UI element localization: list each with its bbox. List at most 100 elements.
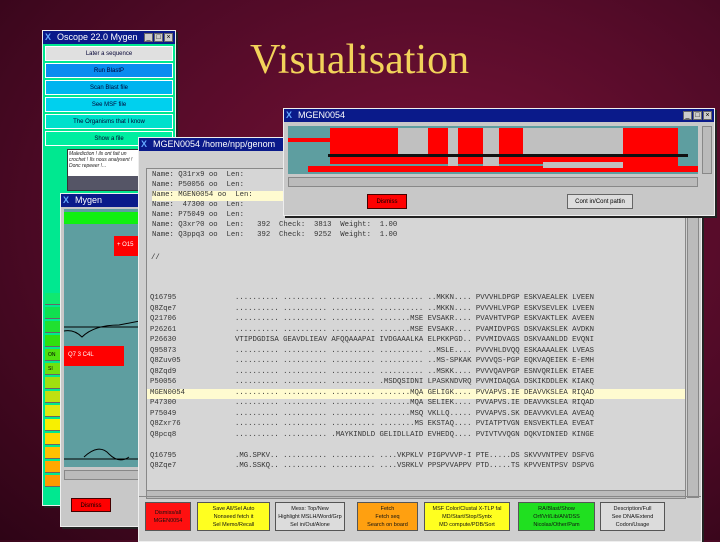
button-label-line: Search on board	[367, 522, 408, 528]
sequence-id: P50056	[150, 378, 177, 386]
sequence-residues: .......... .......... .......... .......…	[235, 294, 595, 302]
sequence-residues: .......... .......... .......... .......…	[235, 325, 595, 334]
cont-pattern-button[interactable]: Cont in/Cont pattin	[567, 194, 633, 209]
sequence-id: P26630	[150, 336, 177, 344]
overview-scrollbar[interactable]	[288, 177, 698, 187]
alignment-row[interactable]: MGEN0054 .......... .......... ..........…	[147, 388, 685, 399]
run-blastp-button[interactable]: Run BlastP	[45, 63, 173, 78]
sequence-residues: .......... .......... .......... .MSDQSI…	[235, 378, 595, 386]
alignment-row[interactable]: Q21706 .......... .......... .......... .…	[147, 315, 685, 326]
alignment-row[interactable]: P26630 VTIPDGDISA GEAVDLIEAV AFQQAAAPAI I…	[147, 336, 685, 347]
mygen-window: X Mygen + O15 Q7 3 C4L Dismiss	[60, 193, 150, 527]
description-button[interactable]: Description/Full See DNA/Extend Codon/Usag…	[600, 502, 665, 531]
sequence-residues: .......... .......... .......... .......…	[235, 346, 595, 355]
button-label-line: MGEN0054	[153, 518, 183, 524]
name-row[interactable]: Name: Q3ppq3 oo Len: 392 Check: 9252 Wei…	[152, 231, 397, 241]
sequence-residues: VTIPDGDISA GEAVDLIEAV AFQQAAAPAI IVDGAAA…	[235, 336, 595, 344]
maximize-icon[interactable]: □	[693, 111, 702, 120]
mess-top-button[interactable]: Mess: Top/New Highlight MSLH/Word/Grp Sel …	[275, 502, 345, 531]
button-bar	[139, 496, 701, 497]
button-label-line: See DNA/Extend	[611, 514, 654, 520]
sequence-id: Q8Zxr76	[150, 420, 181, 428]
sequence-id: P75049	[150, 409, 177, 418]
sequence-residues: .MG.SPKV.. .......... .......... ....VKP…	[235, 451, 595, 460]
sequence-id: MGEN0054	[150, 388, 186, 397]
name-row[interactable]: Name: Q3xr?0 oo Len: 392 Check: 3813 Wei…	[152, 221, 397, 231]
horizontal-scrollbar[interactable]	[146, 490, 686, 499]
button-label-line: Mess: Top/New	[291, 506, 329, 512]
sequence-id: Q95873	[150, 346, 177, 355]
sequence-id: P26261	[150, 325, 177, 334]
button-label-line: MSF Color/Clustal X-TLP fal	[432, 506, 502, 512]
sequence-residues: .......... .......... .......... .......…	[235, 315, 595, 323]
button-label-line: MD/Start/Stop/Syntx	[442, 514, 492, 520]
sequence-residues: .......... .......... .......... .......…	[235, 367, 595, 376]
alignment-row[interactable]: P26261 .......... .......... .......... .…	[147, 325, 685, 337]
oscope-title: Oscope 22.0 Mygen	[57, 32, 138, 42]
slide-title: Visualisation	[250, 37, 470, 83]
sequence-residues: .MG.SSKQ.. .......... .......... ....VSR…	[235, 462, 595, 470]
close-icon[interactable]: ×	[703, 111, 712, 120]
alignment-row[interactable]: P47300 .......... .......... .......... .…	[147, 399, 685, 410]
see-msf-button[interactable]: See MSF file	[45, 97, 173, 112]
alignment-row[interactable]: Q8Zqd9 .......... .......... .......... .…	[147, 367, 685, 379]
dismiss-all-button[interactable]: Dismiss/all MGEN0054	[145, 502, 191, 531]
organisms-button[interactable]: The Organisms that I know	[45, 114, 173, 129]
later-sequence-button[interactable]: Later a sequence	[45, 46, 173, 61]
mygen-title-bar[interactable]: X Mygen	[61, 194, 149, 207]
sequence-residues: .......... .......... .......... .......…	[235, 388, 595, 397]
sequence-id: P47300	[150, 399, 177, 407]
alignment-row[interactable]: P50056 .......... .......... .......... .…	[147, 378, 685, 389]
overview-title: MGEN0054	[298, 110, 346, 120]
overview-vscrollbar[interactable]	[702, 126, 712, 174]
x-logo-icon: X	[45, 32, 52, 42]
alignment-row[interactable]: Q16795 .MG.SPKV.. .......... .......... .…	[147, 451, 685, 463]
sequence-id: Q8Zqe7	[150, 304, 177, 313]
alignment-row[interactable]: Q16795 .......... .......... .......... .…	[147, 294, 685, 305]
sequence-residues: .......... .......... .......... .......…	[235, 409, 595, 418]
button-label-line: Sel Memo/Recall	[212, 522, 255, 528]
blast-show-button[interactable]: RA/Blast/Show Orf/Vrl/Lib/AN/DSS Nicolas/O…	[518, 502, 595, 531]
button-label-line: Codon/Usage	[615, 522, 650, 528]
x-logo-icon: X	[141, 139, 148, 149]
msf-color-button[interactable]: MSF Color/Clustal X-TLP fal MD/Start/Stop…	[424, 502, 510, 531]
button-label-line: Dismiss/all	[154, 510, 182, 516]
vertical-scrollbar[interactable]	[687, 168, 699, 498]
mygen-label-2: Q7 3 C4L	[64, 346, 124, 366]
alignment-row[interactable]: Q95873 .......... .......... .......... .…	[147, 346, 685, 358]
save-all-button[interactable]: Save All/Sel Auto Nonseed fetch it Sel Mem…	[197, 502, 270, 531]
minimize-icon[interactable]: _	[683, 111, 692, 120]
overview-window: X MGEN0054 _ □ × Dismiss Cont in/Cont patti…	[283, 108, 715, 216]
alignment-row[interactable]: Q8Zqe7 .MG.SSKQ.. .......... .......... .…	[147, 462, 685, 473]
close-icon[interactable]: ×	[164, 33, 173, 42]
overview-title-bar[interactable]: X MGEN0054 _ □ ×	[284, 109, 714, 122]
oscope-title-bar[interactable]: X Oscope 22.0 Mygen _ □ ×	[43, 31, 175, 44]
mygen-dismiss-button[interactable]: Dismiss	[71, 498, 111, 512]
alignment-title: MGEN0054 /home/npp/genom	[153, 139, 276, 149]
fetch-button[interactable]: Fetch Fetch seq Search on board	[357, 502, 418, 531]
maximize-icon[interactable]: □	[154, 33, 163, 42]
separator: //	[151, 254, 160, 262]
sequence-id: Q8Zqe7	[150, 462, 177, 470]
button-label-line: Fetch	[380, 506, 395, 512]
overview-graphic	[288, 126, 698, 174]
button-label-line: Save All/Sel Auto	[212, 506, 255, 512]
sequence-id: Q8Zuv05	[150, 357, 181, 365]
alignment-row[interactable]: Q8Zqe7 .......... .......... .......... .…	[147, 304, 685, 316]
alignment-row[interactable]	[147, 441, 685, 452]
button-label-line: Sel in/Out/Alone	[290, 522, 330, 528]
alignment-row[interactable]: Q8Zxr76 .......... .......... .......... …	[147, 420, 685, 431]
alignment-text-area[interactable]: Name: Q31rx9 oo Len: Name: P50056 oo Len:…	[146, 168, 686, 493]
scan-blast-button[interactable]: Scan Blast file	[45, 80, 173, 95]
minimize-icon[interactable]: _	[144, 33, 153, 42]
button-label-line: Nonseed fetch it	[213, 514, 254, 520]
button-label-line: Highlight MSLH/Word/Grp	[278, 514, 342, 520]
button-label-line: RA/Blast/Show	[538, 506, 575, 512]
sequence-residues: .......... .......... .MAYKINDLD GELIDLL…	[235, 430, 595, 439]
alignment-row[interactable]: Q8pcq8 .......... .......... .MAYKINDLD G…	[147, 430, 685, 442]
overview-dismiss-button[interactable]: Dismiss	[367, 194, 407, 209]
sequence-id: Q8pcq8	[150, 430, 177, 439]
alignment-row[interactable]: Q8Zuv05 .......... .......... .......... …	[147, 357, 685, 368]
x-logo-icon: X	[63, 195, 70, 205]
alignment-row[interactable]: P75049 .......... .......... .......... .…	[147, 409, 685, 421]
